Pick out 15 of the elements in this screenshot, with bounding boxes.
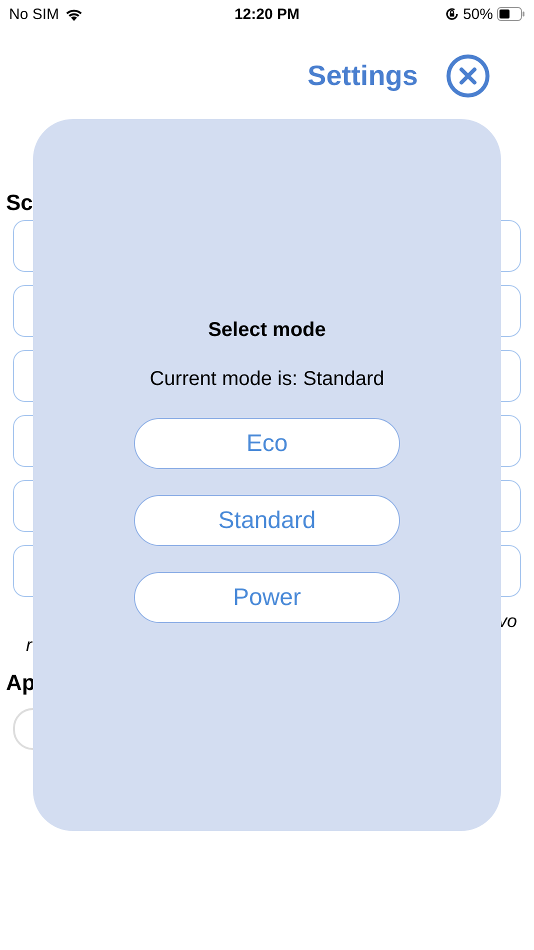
mode-button[interactable]: Power: [134, 572, 400, 623]
battery-icon: [497, 7, 525, 21]
settings-title: Settings: [308, 60, 418, 92]
mode-button[interactable]: Eco: [134, 418, 400, 469]
carrier-text: No SIM: [9, 6, 60, 22]
note-text: r: [26, 635, 32, 655]
dialog-title: Select mode: [208, 319, 326, 342]
section-heading: Sc: [6, 190, 34, 217]
mode-button[interactable]: Standard: [134, 495, 400, 546]
section-heading: Ap: [6, 670, 36, 697]
rotation-lock-icon: [444, 7, 459, 21]
current-mode-text: Current mode is: Standard: [150, 368, 384, 391]
battery-percent-text: 50%: [462, 6, 493, 22]
clock-text: 12:20 PM: [234, 6, 300, 22]
close-button[interactable]: [446, 54, 490, 98]
